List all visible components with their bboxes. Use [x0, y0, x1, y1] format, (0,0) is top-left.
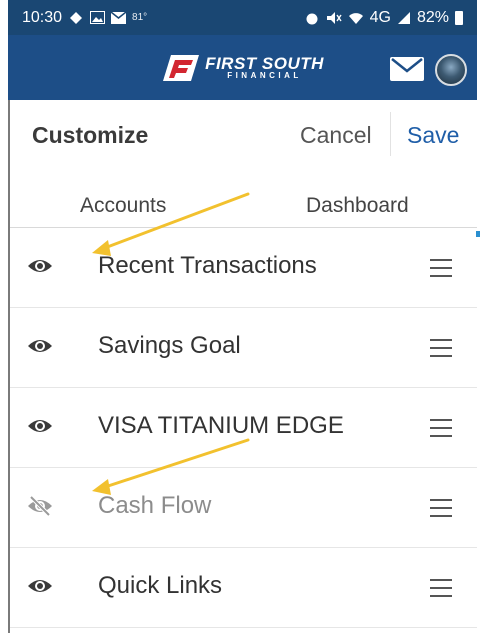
messenger-icon: [70, 11, 83, 24]
battery-icon: [455, 10, 463, 25]
eye-icon[interactable]: [27, 416, 53, 436]
alarm-icon: [306, 13, 318, 24]
brand-logo: FIRST SOUTH FINANCIAL: [161, 53, 324, 83]
customize-toolbar: Customize Cancel Save: [10, 100, 477, 168]
logo-line1: FIRST SOUTH: [205, 54, 324, 73]
tab-accounts[interactable]: Accounts: [80, 194, 166, 218]
signal-icon: [397, 11, 410, 24]
battery-percent: 82%: [416, 8, 449, 26]
drag-handle-icon[interactable]: [430, 419, 452, 437]
eye-icon[interactable]: [27, 336, 53, 356]
logo-mark-icon: [163, 54, 200, 81]
drag-handle-icon[interactable]: [430, 259, 452, 277]
page-title: Customize: [32, 122, 149, 148]
drag-handle-icon[interactable]: [430, 499, 452, 517]
save-button[interactable]: Save: [407, 122, 459, 149]
mail-status-icon: [111, 11, 127, 24]
list-item-label: Quick Links: [98, 572, 223, 599]
eye-icon[interactable]: [27, 256, 53, 276]
list-item: VISA TITANIUM EDGE: [10, 388, 477, 468]
status-temp: 81°: [132, 12, 148, 23]
list-item-label: Cash Flow: [98, 492, 212, 519]
app-header: FIRST SOUTH FINANCIAL: [8, 35, 477, 100]
network-type: 4G: [369, 8, 391, 26]
customize-panel: Customize Cancel Save Accounts Dashboard…: [8, 100, 480, 633]
list-item-label: Savings Goal: [98, 332, 241, 359]
status-time: 10:30: [22, 8, 63, 26]
cancel-button[interactable]: Cancel: [300, 122, 372, 149]
gallery-icon: [90, 11, 106, 24]
list-item: Quick Links: [10, 548, 477, 628]
drag-handle-icon[interactable]: [430, 579, 452, 597]
toolbar-divider: [390, 112, 391, 156]
tab-dashboard[interactable]: Dashboard: [306, 194, 409, 218]
tab-bar: Accounts Dashboard: [10, 168, 480, 237]
list-item: Savings Goal: [10, 308, 477, 388]
eye-icon[interactable]: [27, 576, 53, 596]
list-item: Recent Transactions: [10, 228, 477, 308]
avatar[interactable]: [435, 54, 467, 86]
wifi-icon: [348, 12, 363, 24]
list-item: Cash Flow: [10, 468, 477, 548]
list-item-label: VISA TITANIUM EDGE: [98, 412, 344, 439]
list-item-label: Recent Transactions: [98, 252, 317, 279]
logo-line2: FINANCIAL: [227, 71, 302, 80]
eye-off-icon[interactable]: [27, 496, 53, 516]
status-bar: 10:30 81° 4G 82%: [8, 0, 477, 35]
mute-icon: [326, 11, 342, 24]
drag-handle-icon[interactable]: [430, 339, 452, 357]
mail-icon[interactable]: [389, 56, 425, 82]
